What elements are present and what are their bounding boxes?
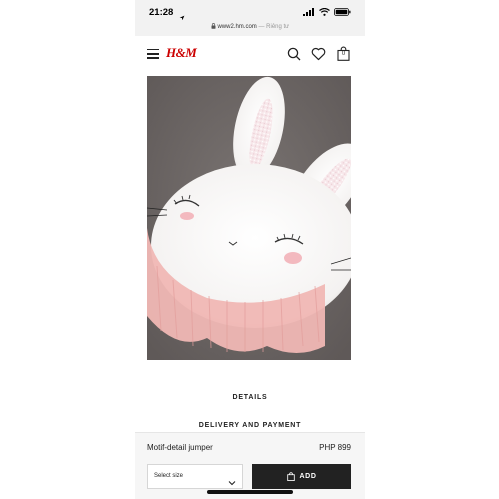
battery-icon [334, 3, 351, 21]
hamburger-menu-icon[interactable] [147, 49, 159, 59]
search-icon[interactable] [287, 47, 301, 66]
shopping-bag-icon[interactable]: 0 [337, 46, 350, 66]
status-icons [303, 7, 351, 17]
chevron-down-icon [228, 473, 236, 491]
purchase-panel: Motif-detail jumper PHP 899 Select size … [135, 432, 365, 499]
heart-icon[interactable] [311, 47, 326, 66]
shopping-bag-icon [286, 468, 295, 486]
phone-screen: 21:28 www2.hm.com — Riêng tư H&M 0 DETAI… [135, 0, 365, 499]
hm-logo[interactable]: H&M [166, 45, 197, 61]
size-select-label: Select size [154, 473, 184, 479]
status-time: 21:28 [149, 7, 174, 18]
add-button-label: ADD [299, 473, 317, 480]
url-host: www2.hm.com [217, 24, 257, 30]
wifi-icon [319, 3, 330, 21]
product-image[interactable] [146, 76, 364, 360]
bag-count: 0 [341, 51, 346, 57]
status-bar: 21:28 [135, 0, 365, 22]
private-browsing-label: — Riêng tư [258, 24, 290, 30]
details-accordion[interactable]: DETAILS [135, 394, 365, 401]
size-select[interactable]: Select size [147, 464, 243, 489]
product-price: PHP 899 [319, 443, 351, 452]
url-bar[interactable]: www2.hm.com — Riêng tư [135, 20, 365, 36]
product-name: Motif-detail jumper [147, 443, 213, 452]
home-indicator[interactable] [207, 490, 293, 494]
delivery-payment-accordion[interactable]: DELIVERY AND PAYMENT [135, 422, 365, 429]
site-header: H&M 0 [135, 36, 365, 74]
add-to-bag-button[interactable]: ADD [252, 464, 351, 489]
cellular-signal-icon [303, 3, 315, 21]
